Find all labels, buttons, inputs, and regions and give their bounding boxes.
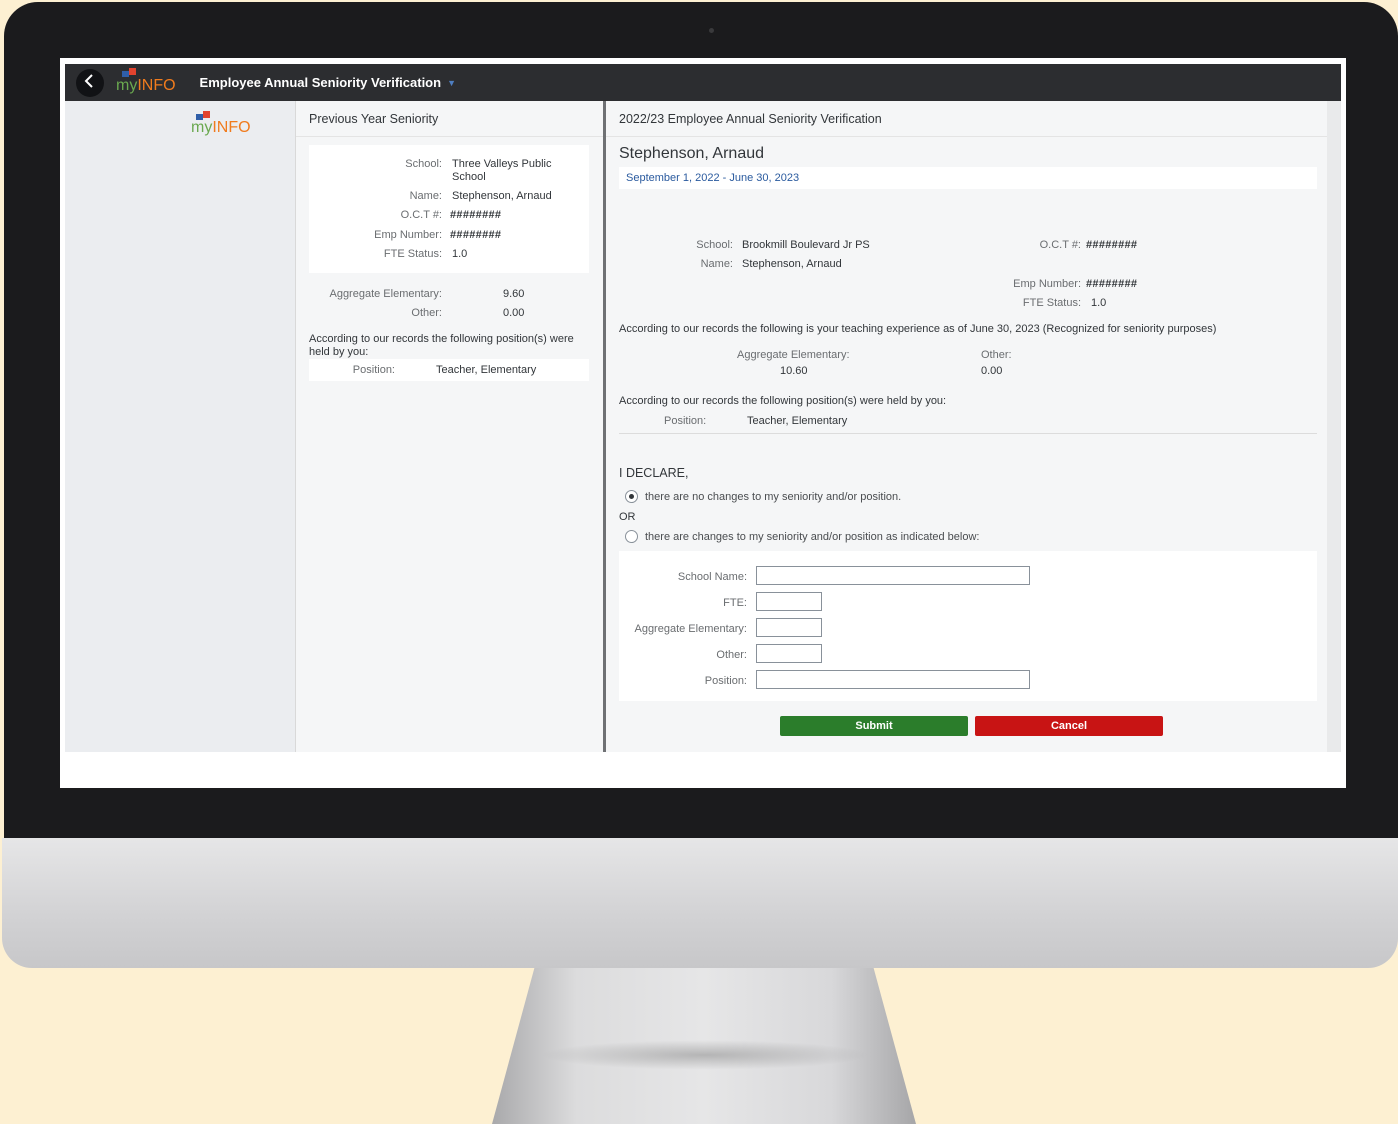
- experience-text: According to our records the following i…: [619, 323, 1217, 335]
- employee-name-heading: Stephenson, Arnaud: [619, 145, 765, 162]
- monitor-chin: [2, 838, 1398, 968]
- no-changes-label[interactable]: there are no changes to my seniority and…: [645, 491, 901, 503]
- fte-input[interactable]: [756, 592, 822, 611]
- period-text: September 1, 2022 - June 30, 2023: [626, 172, 800, 184]
- emp-number-value: ########: [1086, 278, 1138, 290]
- school-value: Three Valleys Public: [452, 158, 552, 170]
- stand-shadow: [540, 1040, 870, 1070]
- aggregate-elementary-value: 10.60: [780, 365, 808, 377]
- shell-bar: myINFO Employee Annual Seniority Verific…: [65, 64, 1341, 101]
- records-text: According to our records the following p…: [309, 333, 574, 345]
- changes-form: School Name: FTE: Aggregate Elementary: …: [619, 551, 1317, 701]
- chevron-left-icon: [84, 72, 96, 93]
- aggregate-elementary-input[interactable]: [756, 618, 822, 637]
- or-text: OR: [619, 511, 636, 523]
- fte-value: 1.0: [1091, 297, 1107, 309]
- changes-label[interactable]: there are changes to my seniority and/or…: [645, 531, 979, 543]
- oct-value: ########: [450, 209, 502, 221]
- records-text: According to our records the following p…: [619, 395, 947, 407]
- side-panel: myINFO: [65, 101, 295, 752]
- period-bar: September 1, 2022 - June 30, 2023: [619, 167, 1317, 189]
- emp-number-value: ########: [450, 229, 502, 241]
- other-value: 0.00: [981, 365, 1003, 377]
- verification-panel: 2022/23 Employee Annual Seniority Verifi…: [606, 101, 1327, 752]
- other-value: 0.00: [503, 307, 525, 319]
- employee-info-card: School: Three Valleys Public School Name…: [309, 145, 589, 273]
- school-value-line2: School: [452, 171, 486, 183]
- position-row: Position: Teacher, Elementary: [309, 359, 589, 381]
- school-name-input[interactable]: [756, 566, 1030, 585]
- position-value: Teacher, Elementary: [747, 415, 848, 427]
- panel-title: 2022/23 Employee Annual Seniority Verifi…: [619, 112, 882, 126]
- other-input[interactable]: [756, 644, 822, 663]
- school-value: Brookmill Boulevard Jr PS: [742, 239, 870, 251]
- position-input[interactable]: [756, 670, 1030, 689]
- camera-dot: [709, 28, 714, 33]
- previous-year-panel: Previous Year Seniority School: Three Va…: [295, 101, 604, 752]
- position-value: Teacher, Elementary: [436, 364, 537, 376]
- no-changes-radio[interactable]: [625, 490, 638, 503]
- caret-down-icon[interactable]: ▼: [447, 78, 456, 88]
- changes-radio[interactable]: [625, 530, 638, 543]
- panel-title: Previous Year Seniority: [309, 112, 439, 126]
- screen: myINFO Employee Annual Seniority Verific…: [60, 58, 1346, 788]
- aggregate-elementary-value: 9.60: [503, 288, 525, 300]
- name-value: Stephenson, Arnaud: [452, 190, 552, 202]
- declare-heading: I DECLARE,: [619, 466, 689, 480]
- scrollbar[interactable]: [1327, 101, 1341, 752]
- oct-value: ########: [1086, 239, 1138, 251]
- submit-button[interactable]: Submit: [780, 716, 968, 736]
- records-text-line2: held by you:: [309, 346, 369, 358]
- cancel-button[interactable]: Cancel: [975, 716, 1163, 736]
- app-window: myINFO Employee Annual Seniority Verific…: [65, 64, 1341, 752]
- fte-value: 1.0: [452, 248, 468, 260]
- name-value: Stephenson, Arnaud: [742, 258, 842, 270]
- app-title[interactable]: Employee Annual Seniority Verification: [200, 75, 442, 90]
- myinfo-logo[interactable]: myINFO: [116, 67, 176, 95]
- back-button[interactable]: [76, 68, 104, 97]
- myinfo-logo-large: myINFO: [191, 111, 251, 137]
